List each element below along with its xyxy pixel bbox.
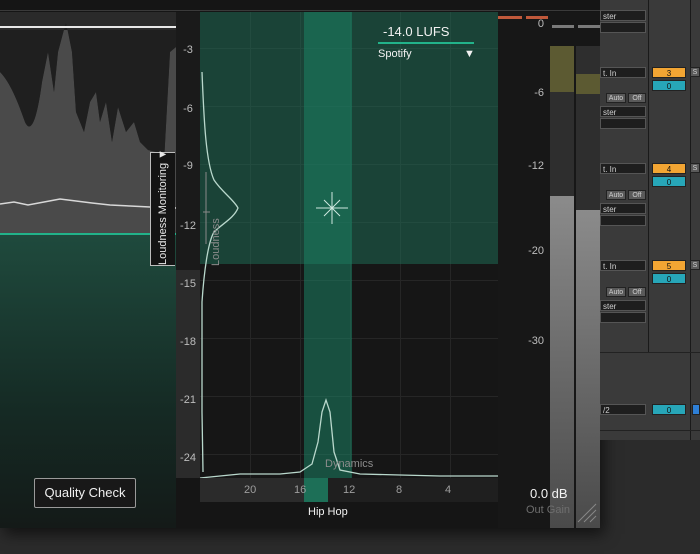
- preset-selector[interactable]: Spotify: [378, 48, 412, 60]
- mixer-divider: [690, 0, 691, 440]
- auto-button[interactable]: Auto: [606, 287, 626, 297]
- auto-button[interactable]: Auto: [606, 190, 626, 200]
- input-selector[interactable]: t. In: [600, 260, 646, 271]
- peak-indicator: [498, 16, 522, 19]
- meter-tick: -20: [528, 245, 544, 257]
- out-gain-label: Out Gain: [526, 504, 571, 516]
- output-selector[interactable]: [600, 118, 646, 129]
- meter-peak-zone: [576, 74, 600, 94]
- loudness-plugin-window: Loudness Monitoring ▼ Quality Check -3 -…: [0, 0, 600, 528]
- solo-button[interactable]: S: [690, 163, 700, 173]
- output-selector[interactable]: [600, 22, 646, 33]
- history-max-line: [0, 26, 176, 28]
- dynamics-tick: 4: [445, 484, 452, 496]
- dynamics-axis-label: Dynamics: [325, 458, 374, 470]
- off-button[interactable]: Off: [628, 190, 646, 200]
- mixer-divider: [600, 430, 700, 431]
- mixer-divider: [648, 0, 649, 352]
- loudness-tick: -24: [180, 452, 196, 464]
- genre-label[interactable]: Hip Hop: [308, 506, 348, 518]
- chevron-right-icon: ▼: [157, 148, 169, 160]
- meter-tick: 0: [537, 18, 544, 30]
- output-selector[interactable]: ster: [600, 300, 646, 311]
- off-button[interactable]: Off: [628, 287, 646, 297]
- loudness-tick: -18: [180, 336, 196, 348]
- output-selector[interactable]: /2: [600, 404, 646, 415]
- output-selector[interactable]: [600, 312, 646, 323]
- dynamics-tick: 20: [244, 484, 257, 496]
- master-indicator[interactable]: [692, 404, 700, 415]
- loudness-history-graph: [0, 12, 176, 528]
- meter-tick: -6: [534, 87, 544, 99]
- output-selector[interactable]: [600, 215, 646, 226]
- peak-indicator: [552, 25, 574, 28]
- loudness-ruler-shade: [176, 270, 200, 478]
- loudness-monitoring-label: Loudness Monitoring ▼: [157, 148, 169, 265]
- crosshair-icon: [316, 192, 348, 224]
- mixer-divider: [600, 352, 700, 353]
- auto-button[interactable]: Auto: [606, 93, 626, 103]
- top-divider: [0, 10, 600, 11]
- dynamics-ruler-highlight: [304, 478, 328, 502]
- input-selector[interactable]: t. In: [600, 163, 646, 174]
- dynamics-tick: 8: [396, 484, 403, 496]
- output-selector[interactable]: ster: [600, 10, 646, 21]
- chevron-down-icon[interactable]: ▼: [464, 48, 475, 60]
- peak-indicator: [578, 25, 600, 28]
- solo-button[interactable]: S: [690, 260, 700, 270]
- track-number[interactable]: 3: [652, 67, 686, 78]
- target-lufs-value[interactable]: -14.0 LUFS: [383, 24, 449, 39]
- send-value[interactable]: 0: [652, 80, 686, 91]
- input-selector[interactable]: t. In: [600, 67, 646, 78]
- output-meter-level-right: [576, 210, 600, 528]
- loudness-tick: -15: [180, 278, 196, 290]
- resize-grip-icon[interactable]: [574, 500, 598, 524]
- loudness-axis-label: Loudness: [210, 218, 222, 266]
- dynamics-tick: 16: [294, 484, 307, 496]
- loudness-monitoring-tab[interactable]: Loudness Monitoring ▼: [150, 148, 175, 266]
- loudness-tick: -9: [183, 160, 193, 172]
- out-gain-value[interactable]: 0.0 dB: [530, 486, 568, 501]
- meter-tick: -30: [528, 335, 544, 347]
- output-meter-level-left: [550, 196, 574, 528]
- meter-tick: -12: [528, 160, 544, 172]
- loudness-dynamics-grid[interactable]: [200, 12, 498, 478]
- output-selector[interactable]: ster: [600, 203, 646, 214]
- send-value[interactable]: 0: [652, 273, 686, 284]
- send-value[interactable]: 0: [652, 176, 686, 187]
- meter-peak-zone: [550, 46, 574, 92]
- track-number[interactable]: 5: [652, 260, 686, 271]
- loudness-tick: -21: [180, 394, 196, 406]
- loudness-tick: -3: [183, 44, 193, 56]
- dynamics-tick: 12: [343, 484, 356, 496]
- solo-button[interactable]: S: [690, 67, 700, 77]
- quality-check-button[interactable]: Quality Check: [34, 478, 136, 508]
- loudness-tick: -6: [183, 103, 193, 115]
- distribution-curves: [200, 71, 498, 478]
- target-lufs-underline: [378, 42, 474, 44]
- track-number[interactable]: 4: [652, 163, 686, 174]
- loudness-tick: -12: [180, 220, 196, 232]
- output-selector[interactable]: ster: [600, 106, 646, 117]
- send-value[interactable]: 0: [652, 404, 686, 415]
- off-button[interactable]: Off: [628, 93, 646, 103]
